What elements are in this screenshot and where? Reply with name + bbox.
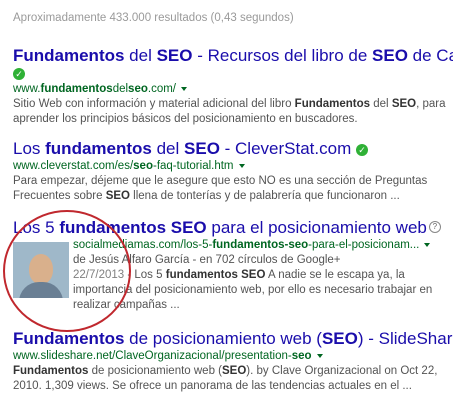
- search-results-page: Aproximadamente 433.000 resultados (0,43…: [0, 0, 459, 418]
- highlighted-term: seo: [128, 83, 148, 95]
- text-fragment: www.cleverstat.com/es/: [13, 160, 134, 172]
- text-fragment: -para-el-posicionam...: [308, 239, 420, 251]
- result-title-link[interactable]: Los fundamentos del SEO - CleverStat.com…: [13, 139, 453, 159]
- result-title-link[interactable]: Fundamentos de posicionamiento web (SEO)…: [13, 329, 453, 349]
- highlighted-term: Fundamentos: [13, 329, 125, 348]
- text-fragment: para el posicionamiento web: [206, 218, 427, 237]
- text-fragment: www.slideshare.net/ClaveOrganizacional/p…: [13, 350, 292, 362]
- text-fragment: del: [151, 139, 185, 158]
- result-url[interactable]: www.cleverstat.com/es/seo-faq-tutorial.h…: [13, 159, 453, 174]
- help-icon[interactable]: ?: [428, 221, 441, 233]
- result-snippet: 22/7/2013 - Los 5 fundamentos SEO A nadi…: [73, 268, 453, 313]
- text-fragment: .com/: [147, 83, 176, 95]
- highlighted-term: SEO: [372, 46, 408, 65]
- result-url[interactable]: socialmediamas.com/los-5-fundamentos-seo…: [73, 238, 453, 253]
- verified-check-icon: ✓: [13, 68, 25, 80]
- text-fragment: - Los 5: [124, 269, 166, 281]
- text-fragment: llena de tonterías y de palabrería que f…: [129, 190, 400, 202]
- highlighted-term: fundamentos SEO: [59, 218, 207, 237]
- result-snippet: Para empezar, déjeme que le asegure que …: [13, 174, 453, 204]
- search-result: Los fundamentos del SEO - CleverStat.com…: [13, 139, 453, 204]
- highlighted-term: fundamentos SEO: [165, 269, 266, 281]
- result-date: 22/7/2013: [73, 269, 125, 281]
- text-fragment: ) - SlideShare: [357, 329, 453, 348]
- search-result: Los 5 fundamentos SEO para el posicionam…: [13, 218, 453, 313]
- highlighted-term: seo: [291, 350, 312, 362]
- text-fragment: www.: [13, 83, 41, 95]
- result-url[interactable]: www.slideshare.net/ClaveOrganizacional/p…: [13, 349, 453, 364]
- text-fragment: de Carlo: [412, 46, 453, 65]
- text-fragment: socialmediamas.com/los-5-: [73, 239, 213, 251]
- result-url[interactable]: www.fundamentosdelseo.com/: [13, 82, 453, 97]
- highlighted-term: Fundamentos: [13, 46, 125, 65]
- text-fragment: del: [112, 83, 129, 95]
- highlighted-term: SEO: [156, 46, 193, 65]
- chevron-down-icon[interactable]: [316, 353, 323, 358]
- author-avatar[interactable]: [13, 242, 69, 298]
- author-byline[interactable]: de Jesús Alfaro García - en 702 círculos…: [73, 253, 453, 268]
- chevron-down-icon[interactable]: [424, 242, 431, 247]
- avatar-face: [29, 254, 53, 284]
- text-fragment: del: [370, 98, 392, 110]
- highlighted-term: SEO: [184, 139, 220, 158]
- search-result: Fundamentos del SEO - Recursos del libro…: [13, 46, 453, 127]
- highlighted-term: SEO: [391, 98, 417, 110]
- text-fragment: -faq-tutorial.htm: [152, 160, 234, 172]
- result-snippet: Fundamentos de posicionamiento web (SEO)…: [13, 364, 453, 394]
- text-fragment: - Recursos del libro de: [192, 46, 373, 65]
- highlighted-term: SEO: [222, 365, 247, 377]
- text-fragment: del: [124, 46, 157, 65]
- chevron-down-icon[interactable]: [238, 163, 245, 168]
- highlighted-term: fundamentos: [45, 139, 152, 158]
- highlighted-term: fundamentos-seo: [212, 239, 309, 251]
- text-fragment: Los 5: [13, 218, 60, 237]
- highlighted-term: Fundamentos: [13, 365, 89, 377]
- text-fragment: Los: [13, 139, 46, 158]
- result-snippet: Sitio Web con información y material adi…: [13, 97, 453, 127]
- search-result: Fundamentos de posicionamiento web (SEO)…: [13, 329, 453, 394]
- text-fragment: Sitio Web con información y material adi…: [13, 98, 295, 110]
- highlighted-term: seo: [133, 160, 153, 172]
- highlighted-term: fundamentos: [40, 83, 113, 95]
- result-title-link[interactable]: Los 5 fundamentos SEO para el posicionam…: [13, 218, 453, 238]
- result-stats: Aproximadamente 433.000 resultados (0,43…: [13, 12, 294, 24]
- verified-check-icon: ✓: [355, 144, 368, 156]
- text-fragment: de posicionamiento web (: [88, 365, 222, 377]
- highlighted-term: Fundamentos: [294, 98, 371, 110]
- chevron-down-icon[interactable]: [181, 86, 187, 91]
- text-fragment: - CleverStat.com: [219, 139, 352, 158]
- result-title-link[interactable]: Fundamentos del SEO - Recursos del libro…: [13, 46, 453, 66]
- text-fragment: de posicionamiento web (: [124, 329, 322, 348]
- highlighted-term: SEO: [105, 190, 130, 202]
- highlighted-term: SEO: [321, 329, 358, 348]
